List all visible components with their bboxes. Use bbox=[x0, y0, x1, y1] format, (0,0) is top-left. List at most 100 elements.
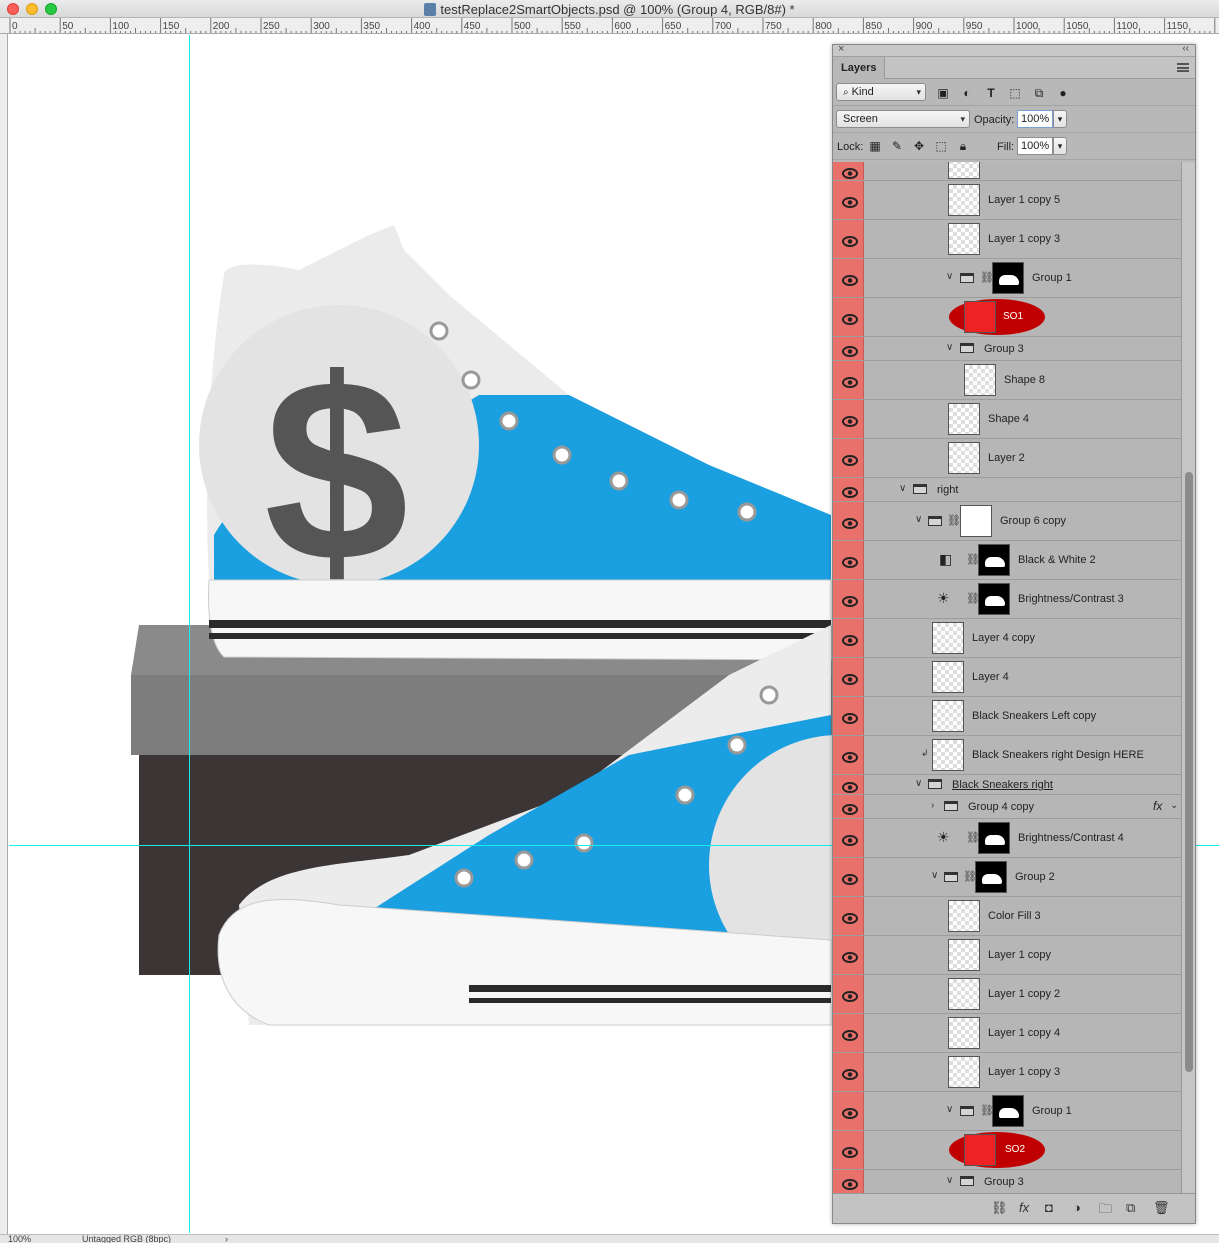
link-icon[interactable]: ⛓ bbox=[947, 514, 961, 527]
layer-row[interactable]: Black Sneakers Left copy bbox=[833, 697, 1181, 736]
layer-row[interactable]: Layer 4 bbox=[833, 658, 1181, 697]
visibility-eye-icon[interactable] bbox=[833, 775, 864, 794]
chevron-down-icon[interactable]: ∨ bbox=[946, 271, 953, 282]
chevron-down-icon[interactable]: ∨ bbox=[946, 342, 953, 353]
filter-toggle-icon[interactable]: ● bbox=[1055, 85, 1071, 101]
layer-row[interactable]: Layer 1 copy 4 bbox=[833, 1014, 1181, 1053]
panel-collapse-icon[interactable]: ‹‹ bbox=[1182, 45, 1189, 54]
chevron-down-icon[interactable]: ∨ bbox=[915, 514, 922, 525]
layer-row[interactable]: Layer 1 copy 2 bbox=[833, 975, 1181, 1014]
layer-row[interactable]: Shape 8 bbox=[833, 361, 1181, 400]
visibility-eye-icon[interactable] bbox=[833, 658, 864, 696]
layer-row-partial[interactable] bbox=[833, 162, 1181, 181]
visibility-eye-icon[interactable] bbox=[833, 478, 864, 501]
layer-mask-thumbnail[interactable] bbox=[992, 262, 1024, 294]
visibility-eye-icon[interactable] bbox=[833, 361, 864, 399]
group-row[interactable]: ∨ Group 3 bbox=[833, 337, 1181, 361]
panel-close-icon[interactable]: × bbox=[838, 45, 844, 55]
visibility-eye-icon[interactable] bbox=[833, 1131, 864, 1169]
vertical-guide[interactable] bbox=[189, 35, 190, 1233]
panel-menu-icon[interactable] bbox=[1177, 63, 1189, 72]
visibility-eye-icon[interactable] bbox=[833, 162, 864, 180]
visibility-eye-icon[interactable] bbox=[833, 858, 864, 896]
layer-row[interactable]: Layer 1 copy 5 bbox=[833, 181, 1181, 220]
chevron-down-icon[interactable]: ∨ bbox=[946, 1175, 953, 1186]
chevron-down-icon[interactable]: ∨ bbox=[931, 870, 938, 881]
layer-row[interactable]: Layer 2 bbox=[833, 439, 1181, 478]
visibility-eye-icon[interactable] bbox=[833, 259, 864, 297]
group-row[interactable]: ∨ right bbox=[833, 478, 1181, 502]
layer-row[interactable]: Layer 1 copy bbox=[833, 936, 1181, 975]
layer-mask-thumbnail[interactable] bbox=[992, 1095, 1024, 1127]
layer-mask-thumbnail[interactable] bbox=[960, 505, 992, 537]
visibility-eye-icon[interactable] bbox=[833, 1014, 864, 1052]
layer-mask-thumbnail[interactable] bbox=[975, 861, 1007, 893]
new-layer-icon[interactable]: ⧉ bbox=[1126, 1200, 1135, 1216]
filter-pixel-icon[interactable]: ▣ bbox=[935, 85, 951, 101]
group-row[interactable]: ∨ ⛓ Group 1 bbox=[833, 1092, 1181, 1131]
visibility-eye-icon[interactable] bbox=[833, 298, 864, 336]
group-row[interactable]: ∨ ⛓ Group 2 bbox=[833, 858, 1181, 897]
fill-input[interactable]: 100% bbox=[1017, 137, 1053, 155]
group-row[interactable]: ∨ Black Sneakers right bbox=[833, 775, 1181, 795]
visibility-eye-icon[interactable] bbox=[833, 619, 864, 657]
vertical-ruler[interactable] bbox=[0, 34, 8, 1234]
visibility-eye-icon[interactable] bbox=[833, 1092, 864, 1130]
layer-row[interactable]: Layer 1 copy 3 bbox=[833, 220, 1181, 259]
visibility-eye-icon[interactable] bbox=[833, 220, 864, 258]
chevron-down-icon[interactable]: ⌄ bbox=[1170, 800, 1178, 811]
adjustment-row[interactable]: ☀ ⛓ Brightness/Contrast 4 bbox=[833, 819, 1181, 858]
fill-dropdown[interactable]: ▾ bbox=[1053, 137, 1067, 155]
visibility-eye-icon[interactable] bbox=[833, 936, 864, 974]
chevron-right-icon[interactable]: › bbox=[931, 800, 934, 811]
lock-all-icon[interactable]: 🔒︎ bbox=[955, 138, 971, 154]
tab-layers[interactable]: Layers bbox=[833, 57, 886, 79]
opacity-dropdown[interactable]: ▾ bbox=[1053, 110, 1067, 128]
layer-mask-thumbnail[interactable] bbox=[978, 544, 1010, 576]
link-layers-icon[interactable]: ⛓ bbox=[991, 1200, 1008, 1216]
adjustment-row[interactable]: ◧ ⛓ Black & White 2 bbox=[833, 541, 1181, 580]
filter-smart-object-icon[interactable]: ⧉ bbox=[1031, 85, 1047, 101]
group-row[interactable]: ∨ ⛓ Group 1 bbox=[833, 259, 1181, 298]
visibility-eye-icon[interactable] bbox=[833, 502, 864, 540]
opacity-input[interactable]: 100% bbox=[1017, 110, 1053, 128]
smart-object-row[interactable]: SO2 bbox=[833, 1131, 1181, 1170]
visibility-eye-icon[interactable] bbox=[833, 819, 864, 857]
visibility-eye-icon[interactable] bbox=[833, 541, 864, 579]
lock-transparent-icon[interactable]: ▦ bbox=[867, 138, 883, 154]
layers-scrollbar[interactable] bbox=[1181, 162, 1195, 1193]
delete-layer-icon[interactable]: 🗑︎ bbox=[1153, 1200, 1170, 1216]
layer-row[interactable]: Shape 4 bbox=[833, 400, 1181, 439]
add-mask-icon[interactable]: ◘ bbox=[1045, 1200, 1053, 1215]
layer-row[interactable]: Layer 1 copy 3 bbox=[833, 1053, 1181, 1092]
filter-shape-icon[interactable]: ⬚ bbox=[1007, 85, 1023, 101]
smart-object-row[interactable]: SO1 bbox=[833, 298, 1181, 337]
status-arrow-icon[interactable]: › bbox=[225, 1235, 228, 1243]
adjustment-row[interactable]: ☀ ⛓ Brightness/Contrast 3 bbox=[833, 580, 1181, 619]
visibility-eye-icon[interactable] bbox=[833, 1053, 864, 1091]
visibility-eye-icon[interactable] bbox=[833, 181, 864, 219]
add-style-icon[interactable]: fx bbox=[1019, 1200, 1029, 1215]
group-row[interactable]: ∨ Group 3 bbox=[833, 1170, 1181, 1193]
visibility-eye-icon[interactable] bbox=[833, 975, 864, 1013]
chevron-down-icon[interactable]: ∨ bbox=[946, 1104, 953, 1115]
lock-position-icon[interactable]: ✥ bbox=[911, 138, 927, 154]
visibility-eye-icon[interactable] bbox=[833, 795, 864, 818]
filter-type-icon[interactable]: T bbox=[983, 85, 999, 101]
layer-mask-thumbnail[interactable] bbox=[978, 583, 1010, 615]
filter-kind-select[interactable]: ⌕ Kind ▾ bbox=[836, 83, 926, 101]
filter-adjustment-icon[interactable]: ◐ bbox=[959, 85, 975, 101]
visibility-eye-icon[interactable] bbox=[833, 400, 864, 438]
visibility-eye-icon[interactable] bbox=[833, 1170, 864, 1193]
group-row[interactable]: › Group 4 copy fx ⌄ bbox=[833, 795, 1181, 819]
zoom-level[interactable]: 100% bbox=[8, 1235, 31, 1243]
layer-row[interactable]: Color Fill 3 bbox=[833, 897, 1181, 936]
new-group-icon[interactable]: 🗀︎ bbox=[1099, 1200, 1112, 1222]
horizontal-ruler[interactable]: 0 50 100 150 200 250 300 350 400 450 500 550 600 650 7… bbox=[0, 18, 1219, 34]
blend-mode-select[interactable]: Screen ▾ bbox=[836, 110, 970, 128]
fx-badge[interactable]: fx bbox=[1153, 799, 1162, 813]
layer-row[interactable]: Layer 4 copy bbox=[833, 619, 1181, 658]
layers-list[interactable]: Layer 1 copy 5 Layer 1 copy 3 ∨ ⛓ Group … bbox=[833, 162, 1181, 1193]
chevron-down-icon[interactable]: ∨ bbox=[899, 483, 906, 494]
chevron-down-icon[interactable]: ∨ bbox=[915, 778, 922, 789]
